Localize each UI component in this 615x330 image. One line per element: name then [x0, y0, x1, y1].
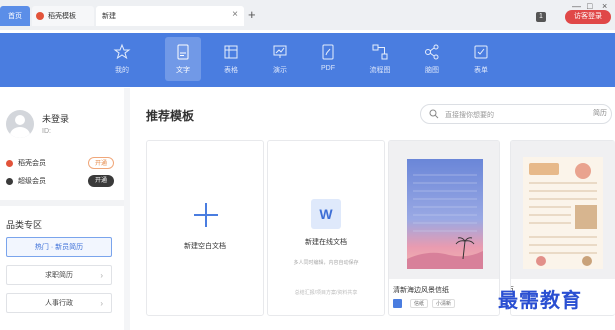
category-label: 求职简历 — [45, 272, 73, 279]
slides-icon — [273, 45, 287, 58]
add-tab-icon[interactable]: + — [248, 8, 256, 22]
category-label: 人事行政 — [45, 300, 73, 307]
form-icon — [474, 45, 488, 59]
new-blank-document-card[interactable]: 新建空白文档 — [146, 140, 264, 316]
mindmap-icon — [425, 44, 439, 60]
card-label: 新建空白文档 — [184, 243, 226, 250]
card-label: 新建在线文档 — [305, 239, 347, 246]
window-close-icon[interactable]: × — [602, 1, 607, 11]
flowchart-icon — [372, 44, 388, 60]
template-thumbnail — [389, 141, 499, 279]
category-item-hr[interactable]: 人事行政 › — [6, 293, 112, 313]
activate-super-button[interactable]: 开通 — [88, 175, 114, 187]
toolbar-item-pdf[interactable]: PDF — [310, 37, 346, 81]
search-placeholder: 直接搜你想要的 — [445, 112, 494, 119]
card-footer: 总结汇报/项目方案/资料共享 — [294, 290, 358, 296]
category-label: 热门 · 新员简历 — [34, 244, 84, 251]
card-subtitle: 多人同时编辑，内容自动保存 — [293, 260, 359, 266]
window-count-badge[interactable]: 1 — [536, 12, 546, 22]
template-meta: 信纸 小清新 — [393, 299, 456, 308]
document-icon — [177, 44, 189, 60]
category-item-resume[interactable]: 求职简历 › — [6, 265, 112, 285]
toolbar-item-label: 演示 — [273, 67, 287, 74]
tab-new-label: 新建 — [102, 13, 116, 20]
toolbar-item-spreadsheet[interactable]: 表格 — [213, 37, 249, 81]
divider — [0, 200, 124, 206]
toolbar-item-flowchart[interactable]: 流程图 — [362, 37, 398, 81]
toolbar-item-label: 我的 — [115, 67, 129, 74]
toolbar-item-form[interactable]: 表单 — [463, 37, 499, 81]
tab-home[interactable]: 首页 — [0, 6, 30, 26]
docer-logo-icon — [36, 12, 44, 20]
writer-doc-icon — [393, 299, 402, 308]
toolbar-item-label: 文字 — [176, 67, 190, 74]
close-tab-icon[interactable]: × — [232, 10, 238, 20]
toolbar-item-writer[interactable]: 文字 — [165, 37, 201, 81]
star-icon — [113, 43, 131, 60]
super-gem-icon — [6, 177, 13, 185]
tab-templates[interactable]: 稻壳模板 — [32, 6, 94, 26]
maximize-icon[interactable]: □ — [587, 1, 592, 11]
category-title: 品类专区 — [6, 220, 43, 230]
pdf-icon — [322, 44, 334, 60]
membership-name: 超级会员 — [18, 178, 46, 185]
new-document-toolbar: 我的 文字 表格 演示 PDF 流程图 脑图 表单 — [0, 33, 615, 87]
template-tag[interactable]: 小清新 — [432, 299, 456, 308]
template-title: 清新海边风景信纸 — [393, 287, 449, 294]
sidebar: 未登录 ID: 稻壳会员 开通 超级会员 开通 品类专区 热门 · 新员简历 求… — [0, 100, 124, 330]
toolbar-item-label: 流程图 — [369, 67, 391, 74]
visitor-login-button[interactable]: 访客登录 — [565, 10, 611, 24]
handbook-template-image — [511, 141, 615, 279]
docer-gem-icon — [6, 159, 13, 167]
tab-new[interactable]: 新建 × — [96, 6, 244, 26]
search-icon — [429, 109, 439, 119]
tab-home-label: 首页 — [8, 13, 22, 20]
activate-docer-button[interactable]: 开通 — [88, 157, 114, 169]
chevron-right-icon: › — [100, 298, 103, 308]
page-title: 推荐模板 — [146, 109, 195, 123]
user-card: 未登录 ID: 稻壳会员 开通 超级会员 开通 — [0, 100, 124, 198]
toolbar-item-mine[interactable]: 我的 — [104, 37, 140, 81]
seaside-letter-image — [389, 141, 499, 279]
search-box[interactable]: 直接搜你想要的 简历 — [420, 104, 612, 124]
new-online-document-card[interactable]: W 新建在线文档 多人同时编辑，内容自动保存 总结汇报/项目方案/资料共享 — [267, 140, 385, 316]
toolbar-item-label: 脑图 — [425, 67, 439, 74]
toolbar-item-label: 表格 — [224, 67, 238, 74]
watermark-text: 最需教育 — [498, 288, 582, 312]
toolbar-item-presentation[interactable]: 演示 — [262, 37, 298, 81]
plus-icon — [194, 203, 218, 227]
membership-super: 超级会员 开通 — [6, 174, 118, 188]
chevron-right-icon: › — [100, 270, 103, 280]
membership-docer: 稻壳会员 开通 — [6, 156, 118, 170]
template-card[interactable]: 清新海边风景信纸 信纸 小清新 — [388, 140, 500, 316]
title-bar: 首页 稻壳模板 新建 × + 1 访客登录 — □ × — [0, 0, 615, 30]
category-item-hot[interactable]: 热门 · 新员简历 — [6, 237, 112, 257]
writer-icon: W — [311, 199, 341, 229]
toolbar-item-mindmap[interactable]: 脑图 — [414, 37, 450, 81]
template-tag[interactable]: 信纸 — [410, 299, 429, 308]
user-id: ID: — [42, 128, 51, 135]
template-thumbnail — [511, 141, 615, 279]
toolbar-item-label: PDF — [321, 65, 335, 72]
avatar[interactable] — [6, 110, 34, 138]
minimize-icon[interactable]: — — [572, 1, 581, 11]
table-icon — [224, 45, 238, 59]
search-suggestion-button[interactable]: 简历 — [593, 108, 607, 118]
toolbar-item-label: 表单 — [474, 67, 488, 74]
membership-name: 稻壳会员 — [18, 160, 46, 167]
username[interactable]: 未登录 — [42, 112, 69, 125]
tab-templates-label: 稻壳模板 — [48, 13, 76, 20]
divider — [124, 88, 130, 330]
